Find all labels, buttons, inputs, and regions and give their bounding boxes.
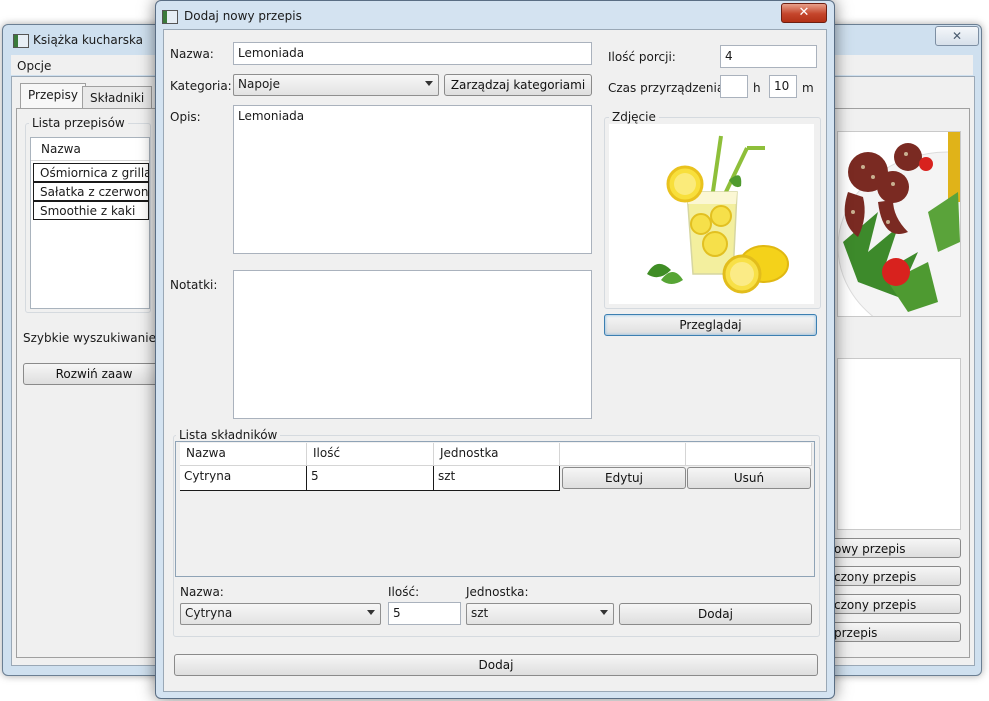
description-textarea[interactable]: Lemoniada: [233, 105, 592, 254]
edit-recipe-button[interactable]: czony przepis: [823, 566, 961, 586]
name-label: Nazwa:: [170, 47, 214, 61]
description-label: Opis:: [170, 110, 201, 124]
ingredients-group-title: Lista składników: [176, 428, 281, 442]
chevron-down-icon: [425, 81, 433, 86]
octopus-salad-image: [838, 132, 960, 316]
tab-skladniki[interactable]: Składniki: [82, 86, 153, 109]
prep-time-label: Czas przyrządzenia:: [608, 81, 729, 95]
dialog-close-button[interactable]: ✕: [781, 3, 827, 23]
dialog-title: Dodaj nowy przepis: [184, 9, 302, 23]
grid-header-unit[interactable]: Jednostka: [434, 443, 560, 466]
minutes-unit-label: m: [802, 81, 814, 95]
ingredients-grid[interactable]: Nazwa Ilość Jednostka Cytryna 5 szt Edyt…: [175, 441, 815, 577]
prep-minutes-input[interactable]: 10: [769, 75, 797, 98]
recipes-group-title: Lista przepisów: [29, 116, 128, 130]
prep-hours-input[interactable]: [720, 75, 748, 98]
grid-cell-name[interactable]: Cytryna: [180, 466, 307, 491]
export-recipe-button[interactable]: czony przepis: [823, 594, 961, 614]
delete-ingredient-button[interactable]: Usuń: [687, 467, 811, 489]
category-select[interactable]: Napoje: [233, 74, 439, 96]
expand-advanced-button[interactable]: Rozwiń zaaw: [23, 363, 165, 385]
new-ingredient-qty-label: Ilość:: [388, 585, 420, 599]
new-ingredient-unit-value: szt: [471, 606, 489, 620]
new-ingredient-name-select[interactable]: Cytryna: [180, 603, 381, 625]
new-ingredient-unit-select[interactable]: szt: [466, 603, 614, 625]
recipe-photo: [837, 131, 961, 317]
recipes-list[interactable]: Nazwa Ośmiornica z grilla Sałatka z czer…: [30, 137, 150, 309]
manage-categories-button[interactable]: Zarządzaj kategoriami: [444, 74, 592, 96]
dialog-icon: [162, 10, 178, 24]
add-recipe-button[interactable]: Dodaj: [174, 654, 818, 676]
recipes-list-header: Nazwa: [31, 138, 149, 161]
grid-header-delete: [686, 443, 812, 466]
recipe-photo: [609, 124, 814, 304]
delete-recipe-button[interactable]: przepis: [823, 622, 961, 642]
dialog-client-area: Nazwa: Lemoniada Kategoria: Napoje Zarzą…: [163, 29, 827, 692]
new-ingredient-unit-label: Jednostka:: [466, 585, 529, 599]
new-ingredient-name-label: Nazwa:: [180, 585, 224, 599]
grid-cell-qty[interactable]: 5: [307, 466, 434, 491]
recipe-row[interactable]: Smoothie z kaki: [33, 201, 149, 220]
main-close-button[interactable]: ✕: [935, 26, 979, 46]
hours-unit-label: h: [753, 81, 761, 95]
new-ingredient-name-value: Cytryna: [185, 606, 233, 620]
lemonade-image: [609, 124, 814, 304]
grid-cell-unit[interactable]: szt: [434, 466, 560, 491]
main-window-title: Książka kucharska: [33, 33, 144, 47]
new-recipe-button[interactable]: owy przepis: [823, 538, 961, 558]
grid-header-qty[interactable]: Ilość: [307, 443, 434, 466]
app-icon: [13, 34, 29, 48]
add-ingredient-button[interactable]: Dodaj: [619, 603, 812, 625]
recipe-row[interactable]: Ośmiornica z grilla: [33, 163, 149, 182]
new-ingredient-qty-input[interactable]: 5: [388, 602, 461, 625]
name-input[interactable]: Lemoniada: [233, 42, 592, 65]
recipes-column-name[interactable]: Nazwa: [41, 142, 81, 156]
chevron-down-icon: [600, 610, 608, 615]
category-label: Kategoria:: [170, 79, 232, 93]
browse-photo-button[interactable]: Przeglądaj: [604, 314, 817, 336]
portions-input[interactable]: 4: [720, 45, 817, 68]
notes-textarea[interactable]: [233, 270, 592, 419]
notes-label: Notatki:: [170, 278, 218, 292]
category-value: Napoje: [238, 77, 281, 91]
quick-search-label: Szybkie wyszukiwanie:: [23, 331, 161, 345]
grid-header-name[interactable]: Nazwa: [180, 443, 307, 466]
chevron-down-icon: [367, 610, 375, 615]
menu-opcje[interactable]: Opcje: [17, 59, 51, 73]
recipe-row[interactable]: Sałatka z czerwoną c: [33, 182, 149, 201]
portions-label: Ilość porcji:: [608, 50, 676, 64]
add-recipe-dialog: Dodaj nowy przepis ✕ Nazwa: Lemoniada Ka…: [155, 0, 835, 699]
photo-group-title: Zdjęcie: [609, 110, 659, 124]
grid-header-edit: [560, 443, 686, 466]
edit-ingredient-button[interactable]: Edytuj: [562, 467, 686, 489]
tab-przepisy[interactable]: Przepisy: [20, 83, 86, 109]
recipe-details-box: [837, 358, 961, 530]
